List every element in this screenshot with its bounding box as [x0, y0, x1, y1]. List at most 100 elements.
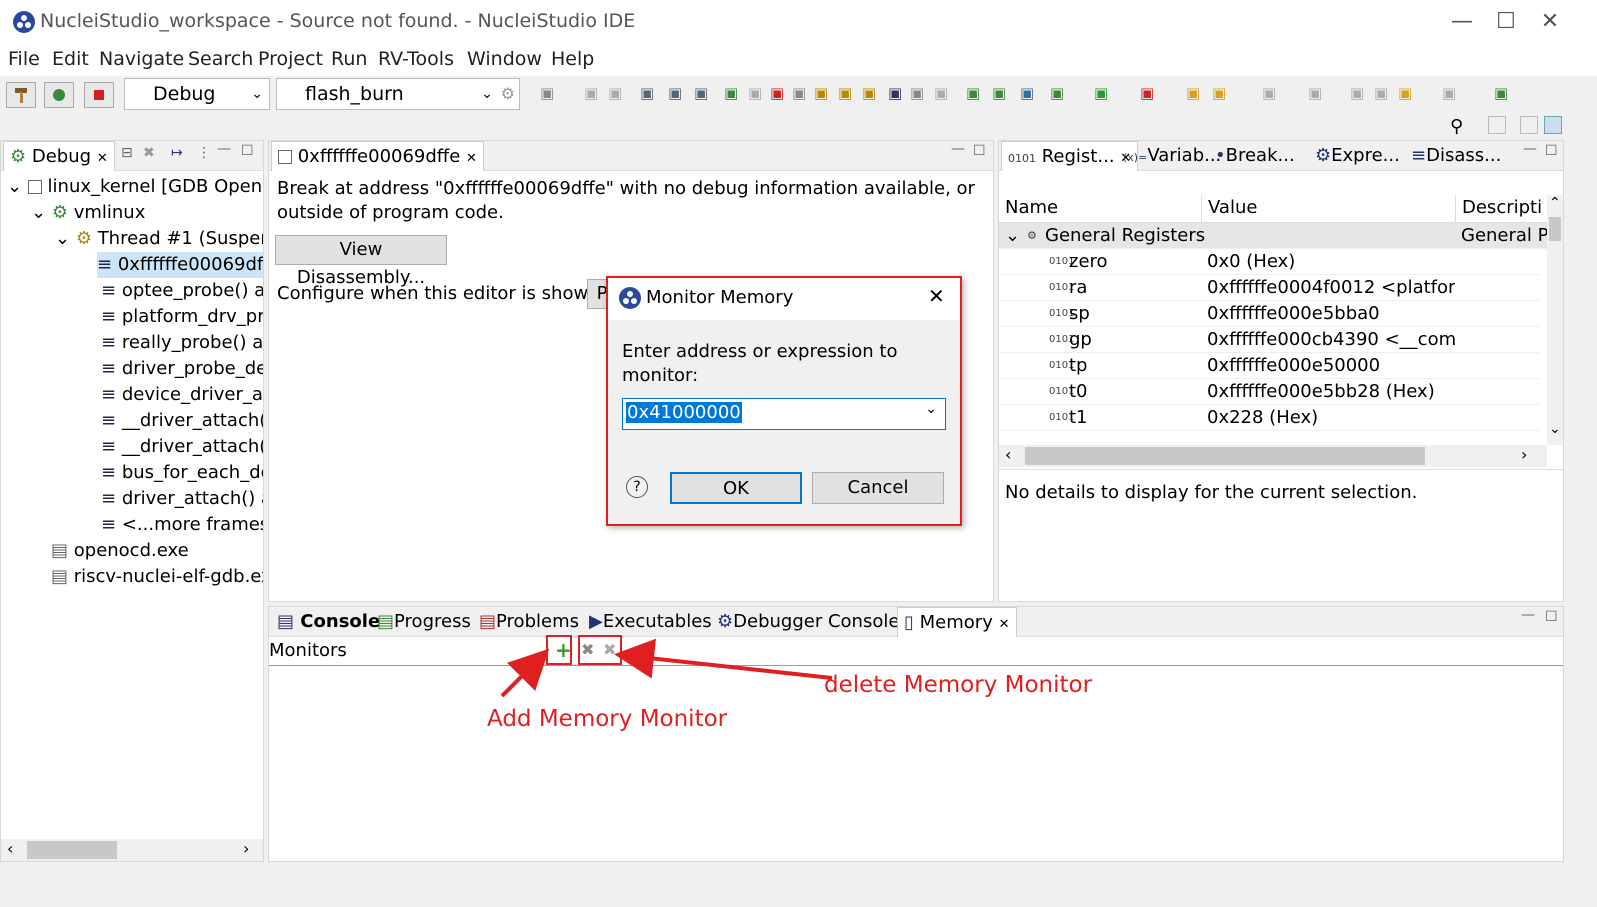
save-icon[interactable]: ▣	[584, 84, 602, 102]
stack-frame-row[interactable]: ≡ really_probe() at	[101, 330, 263, 356]
skip-breakpoints-icon[interactable]: ▣	[694, 84, 712, 102]
tab-debug[interactable]: ⚙ Debug ✕	[3, 141, 115, 171]
vertical-scrollbar[interactable]: ⌃ ⌄	[1547, 195, 1563, 445]
tree-item-gdb[interactable]: ▤ riscv-nuclei-elf-gdb.ex	[51, 564, 263, 590]
view-menu-icon[interactable]: ⋮	[197, 145, 211, 161]
cpp-perspective-icon[interactable]	[1520, 116, 1538, 134]
debug-run-icon[interactable]: ▣	[1050, 84, 1068, 102]
stack-frame-row[interactable]: ≡ device_driver_att	[101, 382, 263, 408]
minimize-view-icon[interactable]: —	[1521, 607, 1535, 623]
menu-project[interactable]: Project	[258, 48, 323, 70]
profile-icon[interactable]: ▣	[1020, 84, 1038, 102]
menu-navigate[interactable]: Navigate	[99, 48, 184, 70]
scroll-down-icon[interactable]: ⌄	[1549, 421, 1561, 437]
prev-annotation-icon[interactable]: ▣	[1308, 84, 1326, 102]
scroll-right-icon[interactable]: ›	[243, 839, 249, 858]
stack-frame-row[interactable]: ≡ driver_probe_dev	[101, 356, 263, 382]
collapse-all-icon[interactable]: ⊟	[121, 145, 133, 161]
register-row[interactable]: 0101 gp 0xffffffe000cb4390 <__com...	[999, 327, 1539, 353]
menu-run[interactable]: Run	[331, 48, 367, 70]
tree-item-openocd[interactable]: ▤ openocd.exe	[51, 538, 189, 564]
step-over-icon[interactable]: ▣	[838, 84, 856, 102]
stack-frame-row[interactable]: ≡ 0xffffffe00069dff	[97, 252, 263, 278]
step-mode-icon[interactable]: ↦	[171, 145, 183, 161]
close-icon[interactable]: ✕	[97, 151, 108, 166]
open-view-icon[interactable]: ▣	[1494, 84, 1512, 102]
column-header-value[interactable]: Value	[1201, 195, 1257, 223]
back-history-icon[interactable]: ▣	[1398, 84, 1416, 102]
open-folder-icon[interactable]: ▣	[1186, 84, 1204, 102]
open-perspective-icon[interactable]	[1488, 116, 1506, 134]
maximize-view-icon[interactable]: ☐	[241, 143, 254, 159]
register-row[interactable]: 0101 sp 0xffffffe000e5bba0	[999, 301, 1539, 327]
close-window-button[interactable]: ✕	[1530, 8, 1570, 36]
dialog-close-icon[interactable]: ✕	[928, 284, 945, 308]
register-row[interactable]: 0101 t0 0xffffffe000e5bb28 (Hex)	[999, 379, 1539, 405]
new-icon[interactable]: ▣	[540, 84, 558, 102]
maximize-view-icon[interactable]: ☐	[973, 143, 986, 159]
chevron-down-icon[interactable]: ⌄	[925, 401, 937, 417]
tab-editor[interactable]: 0xffffffe00069dffe ✕	[271, 141, 484, 171]
forward-history-icon[interactable]: ▣	[1442, 84, 1460, 102]
stack-frame-row[interactable]: ≡ bus_for_each_dev	[101, 460, 263, 486]
maximize-view-icon[interactable]: ☐	[1545, 609, 1558, 625]
tree-item-process[interactable]: ⌄ ⚙ vmlinux	[31, 200, 145, 226]
register-row[interactable]: 0101 zero 0x0 (Hex)	[999, 249, 1539, 275]
tab-console[interactable]: ▤ Console	[271, 607, 386, 637]
run-icon[interactable]: ▣	[1094, 84, 1112, 102]
column-header-description[interactable]: Descripti	[1455, 195, 1547, 223]
instruction-step-icon[interactable]: ▣	[888, 84, 906, 102]
scrollbar-thumb[interactable]	[27, 841, 117, 859]
menu-window[interactable]: Window	[467, 48, 542, 70]
ok-button[interactable]: OK	[670, 472, 802, 504]
launch-mode-select[interactable]: Debug ⌄	[124, 78, 270, 110]
binary-icon[interactable]: ▣	[640, 84, 658, 102]
disconnect-icon[interactable]: ▣	[792, 84, 810, 102]
save-all-icon[interactable]: ▣	[608, 84, 626, 102]
cancel-button[interactable]: Cancel	[812, 472, 944, 504]
step-into-icon[interactable]: ▣	[814, 84, 832, 102]
tree-item-thread[interactable]: ⌄ ⚙ Thread #1 (Suspend	[55, 226, 263, 252]
next-annotation-icon[interactable]: ▣	[1262, 84, 1280, 102]
reset-icon[interactable]: ▣	[934, 84, 952, 102]
view-disassembly-button[interactable]: View Disassembly...	[275, 235, 447, 288]
stack-frame-row[interactable]: ≡ optee_probe() at	[101, 278, 263, 304]
register-group-row[interactable]: ⌄ ⚙ General Registers General P	[999, 223, 1547, 249]
minimize-view-icon[interactable]: —	[1523, 141, 1537, 157]
register-row[interactable]: 0101 t1 0x228 (Hex)	[999, 405, 1539, 431]
console-icon[interactable]: ▣	[668, 84, 686, 102]
tab-breakpoints[interactable]: •Break...	[1209, 141, 1301, 171]
forward-icon[interactable]: ▣	[1374, 84, 1392, 102]
back-icon[interactable]: ▣	[1350, 84, 1368, 102]
build-button[interactable]	[6, 82, 36, 108]
stack-frame-row[interactable]: ≡ __driver_attach()	[101, 408, 263, 434]
terminate-button[interactable]	[84, 82, 114, 108]
menu-help[interactable]: Help	[551, 48, 594, 70]
horizontal-scrollbar[interactable]: ‹ ›	[1, 839, 263, 861]
menu-rv-tools[interactable]: RV-Tools	[378, 48, 454, 70]
terminate-icon[interactable]: ▣	[770, 84, 788, 102]
tab-progress[interactable]: ▤Progress	[371, 607, 477, 637]
maximize-button[interactable]: ☐	[1486, 8, 1526, 36]
minimize-view-icon[interactable]: —	[217, 141, 231, 157]
register-row[interactable]: 0101 ra 0xffffffe0004f0012 <platfor...	[999, 275, 1539, 301]
help-icon[interactable]: ?	[626, 476, 648, 498]
more-frames-row[interactable]: ≡ <...more frames...	[101, 512, 263, 538]
external-tools-icon[interactable]: ▣	[1140, 84, 1158, 102]
stack-frame-row[interactable]: ≡ platform_drv_pro	[101, 304, 263, 330]
maximize-view-icon[interactable]: ☐	[1545, 143, 1558, 159]
column-header-name[interactable]: Name	[1005, 197, 1058, 218]
gear-icon[interactable]: ⚙	[501, 79, 515, 109]
menu-edit[interactable]: Edit	[52, 48, 89, 70]
tab-disassembly[interactable]: ≡Disass...	[1405, 141, 1507, 171]
pin-icon[interactable]: ▣	[1212, 84, 1230, 102]
address-expression-combo[interactable]: 0x41000000 ⌄	[622, 398, 946, 430]
suspend-icon[interactable]: ▣	[748, 84, 766, 102]
scroll-left-icon[interactable]: ‹	[1005, 445, 1011, 464]
launch-config-select[interactable]: flash_burn ⌄ ⚙	[276, 78, 520, 110]
db-icon[interactable]: ▣	[992, 84, 1010, 102]
scroll-left-icon[interactable]: ‹	[7, 839, 13, 858]
debug-perspective-icon[interactable]	[1544, 116, 1562, 134]
menu-file[interactable]: File	[8, 48, 40, 70]
tab-expressions[interactable]: ⚙Expre...	[1309, 141, 1406, 171]
